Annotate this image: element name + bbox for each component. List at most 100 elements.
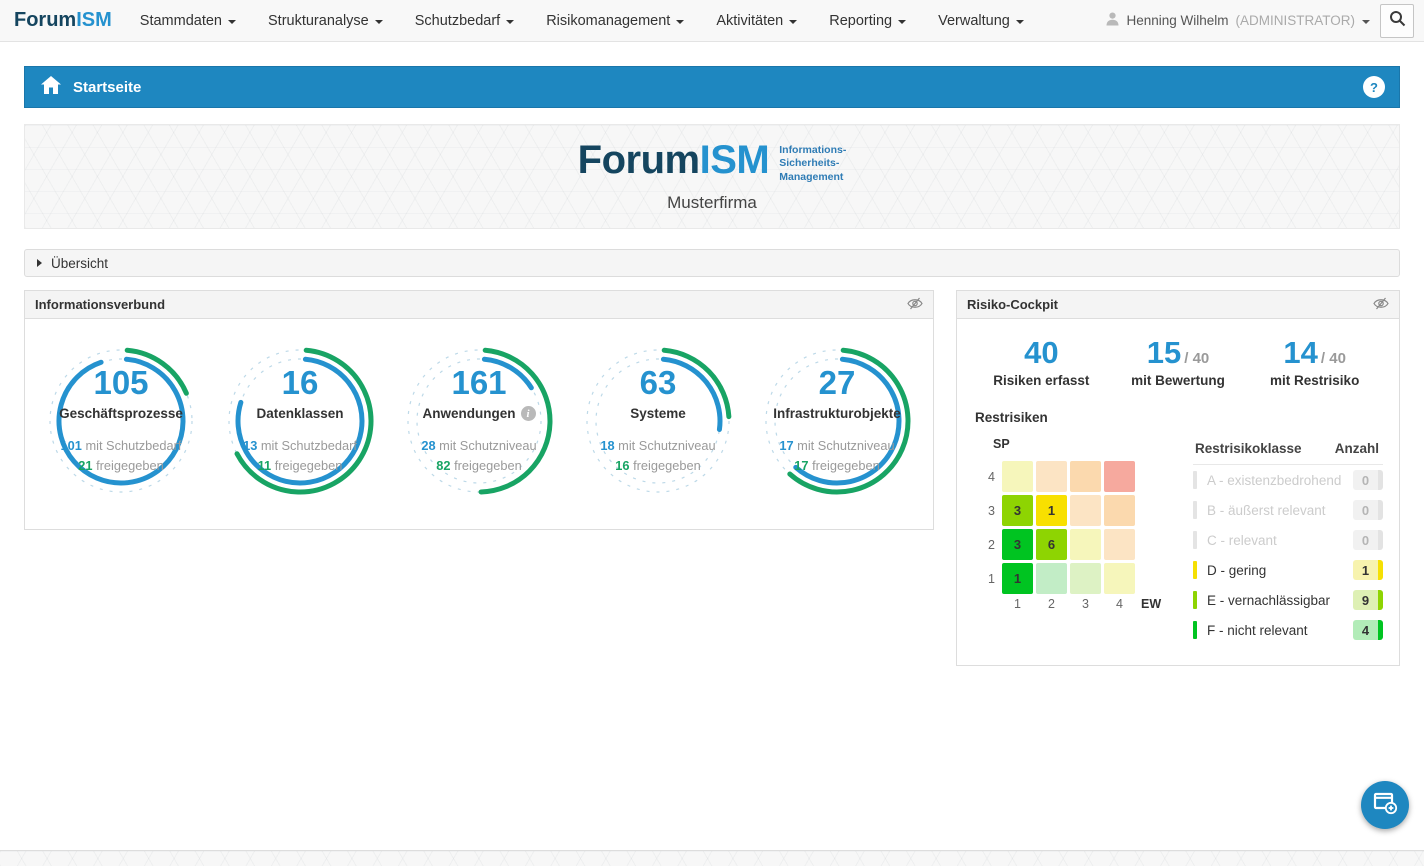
gauge-label: Systeme bbox=[630, 406, 686, 421]
risk-class-label: E - vernachlässigbar bbox=[1207, 593, 1353, 608]
eye-slash-icon bbox=[1373, 297, 1389, 313]
hide-panel-button[interactable] bbox=[1373, 297, 1389, 313]
brand-banner: ForumISM Informations- Sicherheits- Mana… bbox=[24, 124, 1400, 229]
heatmap-cell-sp1-ew4 bbox=[1104, 563, 1135, 594]
sub-green-value: 16 bbox=[615, 458, 629, 473]
gauge-sub-blue: 18 mit Schutzniveau bbox=[600, 436, 715, 456]
sub-blue-value: 101 bbox=[61, 438, 82, 453]
chevron-down-icon bbox=[375, 20, 383, 24]
gauge-label-text: Systeme bbox=[630, 406, 686, 421]
risk-stats: 40Risiken erfasst15/ 40mit Bewertung14/ … bbox=[973, 337, 1383, 388]
menu-item-strukturanalyse[interactable]: Strukturanalyse bbox=[268, 13, 383, 29]
gauge-label-text: Infrastrukturobjekte bbox=[773, 406, 901, 421]
heatmap-cell-sp1-ew1[interactable]: 1 bbox=[1002, 563, 1033, 594]
heatmap-cell-sp4-ew2 bbox=[1036, 461, 1067, 492]
heatmap-row-sp-3: 331 bbox=[973, 495, 1179, 526]
gauge-text-datenklassen: 16Datenklassen13 mit Schutzbedarf11 frei… bbox=[214, 335, 386, 507]
sub-blue-text: mit Schutzbedarf bbox=[261, 438, 357, 453]
hide-panel-button[interactable] bbox=[907, 297, 923, 313]
restrisiken-heatmap: SP 4331236111234EW bbox=[973, 429, 1179, 645]
sub-green-text: freigegeben bbox=[454, 458, 522, 473]
risk-class-row-0: A - existenzbedrohend0 bbox=[1193, 465, 1383, 495]
heatmap-cell-sp2-ew4 bbox=[1104, 529, 1135, 560]
risk-class-count-badge: 0 bbox=[1353, 500, 1383, 520]
logo-part1: Forum bbox=[14, 9, 76, 31]
chevron-down-icon bbox=[506, 20, 514, 24]
add-note-fab[interactable] bbox=[1361, 781, 1409, 829]
menu-item-verwaltung[interactable]: Verwaltung bbox=[938, 13, 1024, 29]
restrisiken-label: Restrisiken bbox=[975, 410, 1383, 425]
search-button[interactable] bbox=[1380, 4, 1414, 38]
gauge-datenklassen[interactable]: 16Datenklassen13 mit Schutzbedarf11 frei… bbox=[214, 335, 386, 517]
gauge-label-text: Datenklassen bbox=[256, 406, 343, 421]
risk-class-color-bar bbox=[1193, 501, 1197, 519]
gauge-label: Datenklassen bbox=[256, 406, 343, 421]
heatmap-cell-sp4-ew3 bbox=[1070, 461, 1101, 492]
risk-class-label: C - relevant bbox=[1207, 533, 1353, 548]
user-menu[interactable]: Henning Wilhelm (ADMINISTRATOR) bbox=[1106, 12, 1370, 29]
risk-class-label: A - existenzbedrohend bbox=[1207, 473, 1353, 488]
risk-stat-total: / 40 bbox=[1184, 350, 1209, 367]
risk-stat-value: 14 bbox=[1283, 335, 1317, 370]
heatmap-cell-sp2-ew2[interactable]: 6 bbox=[1036, 529, 1067, 560]
heatmap-cell-sp4-ew4 bbox=[1104, 461, 1135, 492]
menu-item-label: Stammdaten bbox=[140, 13, 222, 29]
gauge-value: 105 bbox=[93, 366, 148, 399]
panel-risiko-cockpit: Risiko-Cockpit 40Risiken erfasst15/ 40mi… bbox=[956, 290, 1400, 666]
menu-item-label: Strukturanalyse bbox=[268, 13, 369, 29]
info-icon[interactable]: i bbox=[521, 406, 536, 421]
menu-item-schutzbedarf[interactable]: Schutzbedarf bbox=[415, 13, 514, 29]
risk-stat-1: 15/ 40mit Bewertung bbox=[1110, 337, 1247, 388]
heatmap-col-label: 3 bbox=[1070, 597, 1101, 611]
risk-class-label: F - nicht relevant bbox=[1207, 623, 1353, 638]
menu-item-label: Schutzbedarf bbox=[415, 13, 500, 29]
heatmap-cell-sp2-ew1[interactable]: 3 bbox=[1002, 529, 1033, 560]
logo-part2: ISM bbox=[76, 9, 112, 31]
heatmap-col-label: 2 bbox=[1036, 597, 1067, 611]
page-title[interactable]: Startseite bbox=[73, 79, 141, 96]
heatmap-cell-sp3-ew3 bbox=[1070, 495, 1101, 526]
menu-item-label: Aktivitäten bbox=[716, 13, 783, 29]
top-navbar: ForumISM Stammdaten Strukturanalyse Schutz… bbox=[0, 0, 1424, 42]
tagline-line-2: Sicherheits- bbox=[779, 157, 846, 171]
menu-item-aktivitaeten[interactable]: Aktivitäten bbox=[716, 13, 797, 29]
risk-class-row-4: E - vernachlässigbar9 bbox=[1193, 585, 1383, 615]
risk-stat-value: 40 bbox=[1024, 335, 1058, 370]
app-logo[interactable]: ForumISM bbox=[14, 9, 112, 32]
risk-class-count-badge: 1 bbox=[1353, 560, 1383, 580]
menu-item-stammdaten[interactable]: Stammdaten bbox=[140, 13, 236, 29]
gauge-label: Geschäftsprozesse bbox=[59, 406, 183, 421]
brand-wordmark: ForumISM bbox=[578, 140, 770, 180]
brand-part2: ISM bbox=[700, 138, 770, 182]
menu-item-reporting[interactable]: Reporting bbox=[829, 13, 906, 29]
heatmap-cell-sp3-ew2[interactable]: 1 bbox=[1036, 495, 1067, 526]
help-button[interactable]: ? bbox=[1363, 76, 1385, 98]
window-plus-icon bbox=[1372, 791, 1398, 820]
home-icon[interactable] bbox=[41, 76, 61, 99]
risk-class-row-5: F - nicht relevant4 bbox=[1193, 615, 1383, 645]
risk-class-row-1: B - äußerst relevant0 bbox=[1193, 495, 1383, 525]
gauge-anwendungen[interactable]: 161Anwendungeni28 mit Schutzniveau82 fre… bbox=[393, 335, 565, 517]
overview-label: Übersicht bbox=[51, 256, 108, 271]
heatmap-cell-sp3-ew1[interactable]: 3 bbox=[1002, 495, 1033, 526]
gauge-geschaeftsprozesse[interactable]: 105Geschäftsprozesse101 mit Schutzbedarf… bbox=[35, 335, 207, 517]
heatmap-col-label: 4 bbox=[1104, 597, 1135, 611]
sub-green-value: 11 bbox=[258, 458, 272, 473]
gauge-infrastrukturobjekte[interactable]: 27Infrastrukturobjekte17 mit Schutznivea… bbox=[751, 335, 923, 517]
tagline-line-3: Management bbox=[779, 171, 846, 185]
risk-stat-top: 15/ 40 bbox=[1110, 337, 1247, 368]
risk-class-row-2: C - relevant0 bbox=[1193, 525, 1383, 555]
user-icon bbox=[1106, 12, 1119, 29]
gauge-sub-blue: 17 mit Schutzniveau bbox=[779, 436, 894, 456]
risk-class-count-badge: 0 bbox=[1353, 470, 1383, 490]
gauge-systeme[interactable]: 63Systeme18 mit Schutzniveau16 freigegeb… bbox=[572, 335, 744, 517]
content-row: Informationsverbund 105 Geschäftsprozesse… bbox=[24, 290, 1400, 666]
menu-item-risikomanagement[interactable]: Risikomanagement bbox=[546, 13, 684, 29]
table-rows: A - existenzbedrohend0B - äußerst releva… bbox=[1193, 465, 1383, 645]
sub-green-value: 21 bbox=[78, 458, 92, 473]
overview-collapse-bar[interactable]: Übersicht bbox=[24, 249, 1400, 277]
panel-informationsverbund-header: Informationsverbund bbox=[25, 291, 933, 319]
user-name: Henning Wilhelm bbox=[1126, 13, 1228, 28]
panel-informationsverbund-title: Informationsverbund bbox=[35, 297, 165, 312]
question-mark-icon: ? bbox=[1370, 80, 1378, 95]
